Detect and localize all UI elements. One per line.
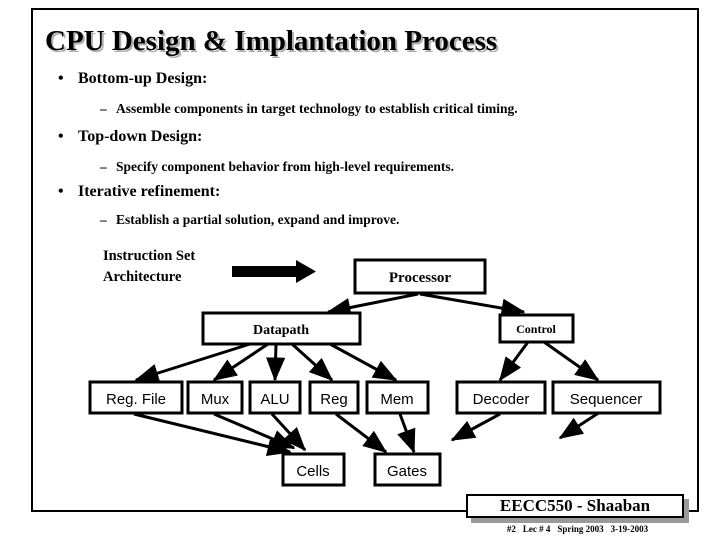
bullet-item-3: • Iterative refinement: bbox=[58, 183, 220, 201]
sub-bullet-marker: – bbox=[100, 212, 107, 227]
footer-banner-box: EECC550 - Shaaban bbox=[466, 494, 684, 518]
footer-date: 3-19-2003 bbox=[610, 524, 649, 534]
bullet-item-1: • Bottom-up Design: bbox=[58, 70, 207, 88]
bullet-label: Bottom-up Design: bbox=[78, 70, 208, 87]
footer-lecture: Lec # 4 bbox=[522, 524, 551, 534]
slide-canvas: CPU Design & Implantation Process • Botto… bbox=[0, 0, 720, 540]
sub-bullet-marker: – bbox=[100, 101, 107, 116]
footer-banner: EECC550 - Shaaban bbox=[466, 494, 689, 523]
sub-bullet-label: Specify component behavior from high-lev… bbox=[116, 159, 454, 174]
sub-bullet-item-1-1: – Assemble components in target technolog… bbox=[100, 101, 518, 117]
sub-bullet-item-2-1: – Specify component behavior from high-le… bbox=[100, 159, 454, 175]
footer-metadata: #2 Lec # 4 Spring 2003 3-19-2003 bbox=[470, 524, 685, 535]
sub-bullet-label: Establish a partial solution, expand and… bbox=[116, 212, 400, 227]
bullet-label: Iterative refinement: bbox=[78, 183, 221, 200]
bullet-label: Top-down Design: bbox=[78, 128, 203, 145]
footer-slide-number: #2 bbox=[506, 524, 516, 534]
sub-bullet-label: Assemble components in target technology… bbox=[116, 101, 518, 116]
bullet-marker: • bbox=[58, 183, 64, 200]
bullet-item-2: • Top-down Design: bbox=[58, 128, 202, 146]
bullet-marker: • bbox=[58, 128, 64, 145]
bullet-marker: • bbox=[58, 70, 64, 87]
sub-bullet-marker: – bbox=[100, 159, 107, 174]
page-title: CPU Design & Implantation Process bbox=[45, 25, 498, 57]
footer-term: Spring 2003 bbox=[557, 524, 604, 534]
sub-bullet-item-3-1: – Establish a partial solution, expand an… bbox=[100, 212, 399, 228]
footer-course-title: EECC550 - Shaaban bbox=[499, 496, 651, 515]
